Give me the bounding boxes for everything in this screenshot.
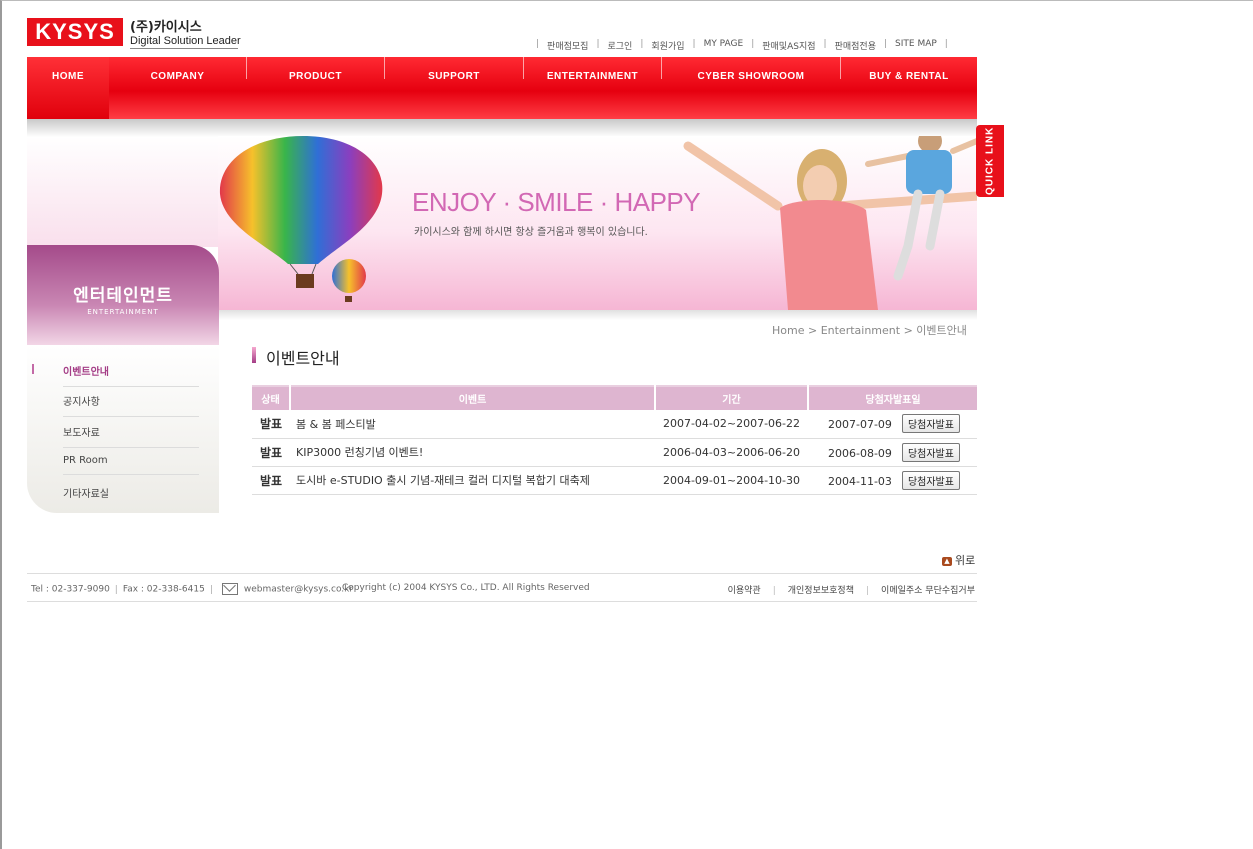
winner-announce-button[interactable]: 당첨자발표	[901, 414, 960, 434]
banner-top-strip	[27, 119, 977, 137]
footer: Tel : 02-337-9090 | Fax : 02-338-6415 | webm…	[27, 573, 977, 602]
section-subtitle: ENTERTAINMENT	[87, 308, 159, 316]
util-link-branches[interactable]: 판매및AS지점	[762, 39, 815, 52]
announce-date: 2006-08-09	[828, 446, 892, 460]
logo-underline	[130, 48, 238, 49]
utility-links: | 판매점모집 | 로그인 | 회원가입 | MY PAGE | 판매및AS지점…	[536, 39, 948, 52]
announce-cell: 2007-07-09 당첨자발표	[808, 410, 977, 439]
company-name: (주)카이시스	[130, 20, 202, 35]
footer-fax: Fax : 02-338-6415	[122, 584, 205, 595]
side-menu-pr-room[interactable]: PR Room	[63, 455, 199, 475]
nav-product[interactable]: PRODUCT	[247, 57, 384, 119]
breadcrumb: Home > Entertainment > 이벤트안내	[772, 324, 967, 337]
col-header-period: 기간	[655, 385, 809, 410]
winner-announce-button[interactable]: 당첨자발표	[901, 470, 960, 490]
status-cell: 발표	[252, 410, 290, 439]
banner-headline: ENJOY · SMILE · HAPPY	[412, 187, 701, 217]
period-cell: 2007-04-02~2007-06-22	[655, 410, 808, 439]
nav-cyber-showroom[interactable]: CYBER SHOWROOM	[662, 57, 840, 119]
main-nav: HOME COMPANY PRODUCT SUPPORT ENTERTAINME…	[27, 57, 977, 119]
footer-contact: Tel : 02-337-9090 | Fax : 02-338-6415 | webm…	[31, 583, 354, 595]
nav-entertainment[interactable]: ENTERTAINMENT	[524, 57, 661, 119]
title-marker	[252, 347, 256, 363]
col-header-status: 상태	[252, 385, 291, 410]
footer-email[interactable]: webmaster@kysys.co.kr	[244, 585, 353, 595]
envelope-icon	[221, 583, 238, 595]
side-menu-archive[interactable]: 기타자료실	[63, 485, 199, 508]
nav-buy-rental[interactable]: BUY & RENTAL	[841, 57, 977, 119]
announce-cell: 2006-08-09 당첨자발표	[808, 438, 977, 467]
page-title: 이벤트안내	[266, 349, 340, 368]
announce-date: 2007-07-09	[828, 418, 892, 432]
banner-subtext: 카이시스와 함께 하시면 항상 즐거움과 행복이 있습니다.	[414, 227, 648, 238]
tagline: Digital Solution Leader	[130, 35, 241, 47]
table-row: 발표 도시바 e-STUDIO 출시 기념-재테크 컬러 디지털 복합기 대축제…	[252, 466, 977, 495]
winner-announce-button[interactable]: 당첨자발표	[901, 442, 960, 462]
side-menu-notice[interactable]: 공지사항	[63, 393, 199, 417]
nav-support[interactable]: SUPPORT	[385, 57, 523, 119]
back-to-top-label: 위로	[955, 554, 976, 567]
util-link-dealer-only[interactable]: 판매점전용	[835, 39, 876, 52]
util-link-sitemap[interactable]: SITE MAP	[895, 39, 937, 52]
side-menu: 이벤트안내 공지사항 보도자료 PR Room 기타자료실	[27, 345, 219, 513]
logo[interactable]: KYSYS	[27, 18, 123, 46]
util-link-login[interactable]: 로그인	[608, 39, 633, 52]
util-link-dealer-recruit[interactable]: 판매점모집	[547, 39, 588, 52]
hot-air-balloon-small	[332, 259, 366, 302]
side-menu-press[interactable]: 보도자료	[63, 424, 199, 448]
footer-link-terms[interactable]: 이용약관	[728, 586, 761, 596]
col-header-announce-date: 당첨자발표일	[808, 385, 977, 410]
util-link-signup[interactable]: 회원가입	[651, 39, 684, 52]
util-link-mypage[interactable]: MY PAGE	[704, 39, 744, 52]
nav-company[interactable]: COMPANY	[109, 57, 246, 119]
quick-link-tab[interactable]: QUICK LINK	[976, 125, 1004, 197]
status-cell: 발표	[252, 466, 290, 495]
nav-home[interactable]: HOME	[27, 57, 109, 119]
col-header-event: 이벤트	[290, 385, 656, 410]
banner-bottom-strip	[218, 310, 977, 320]
period-cell: 2006-04-03~2006-06-20	[655, 438, 808, 467]
left-top-gradient	[27, 137, 219, 247]
event-link[interactable]: 봄 & 봄 페스티발	[290, 410, 655, 439]
table-row: 발표 KIP3000 런칭기념 이벤트! 2006-04-03~2006-06-…	[252, 438, 977, 467]
events-table: 상태 이벤트 기간 당첨자발표일 발표 봄 & 봄 페스티발 2007-04-0…	[252, 385, 977, 495]
event-link[interactable]: 도시바 e-STUDIO 출시 기념-재테크 컬러 디지털 복합기 대축제	[290, 466, 655, 495]
footer-tel: Tel : 02-337-9090	[31, 584, 110, 595]
arrow-up-icon: ▲	[942, 556, 952, 566]
period-cell: 2004-09-01~2004-10-30	[655, 466, 808, 495]
side-menu-events[interactable]: 이벤트안내	[63, 363, 199, 387]
announce-cell: 2004-11-03 당첨자발표	[808, 466, 977, 495]
footer-links: 이용약관 | 개인정보보호정책 | 이메일주소 무단수집거부	[727, 586, 975, 596]
side-menu-active-marker	[32, 364, 34, 374]
announce-date: 2004-11-03	[828, 474, 892, 488]
section-header: 엔터테인먼트 ENTERTAINMENT	[27, 245, 219, 345]
footer-link-privacy[interactable]: 개인정보보호정책	[788, 586, 854, 596]
footer-link-no-email-collection[interactable]: 이메일주소 무단수집거부	[881, 586, 975, 596]
footer-copyright: Copyright (c) 2004 KYSYS Co., LTD. All R…	[342, 583, 590, 593]
status-cell: 발표	[252, 438, 290, 467]
event-link[interactable]: KIP3000 런칭기념 이벤트!	[290, 438, 655, 467]
section-title: 엔터테인먼트	[73, 286, 173, 306]
back-to-top-link[interactable]: ▲ 위로	[942, 552, 975, 568]
table-row: 발표 봄 & 봄 페스티발 2007-04-02~2007-06-22 2007…	[252, 410, 977, 439]
